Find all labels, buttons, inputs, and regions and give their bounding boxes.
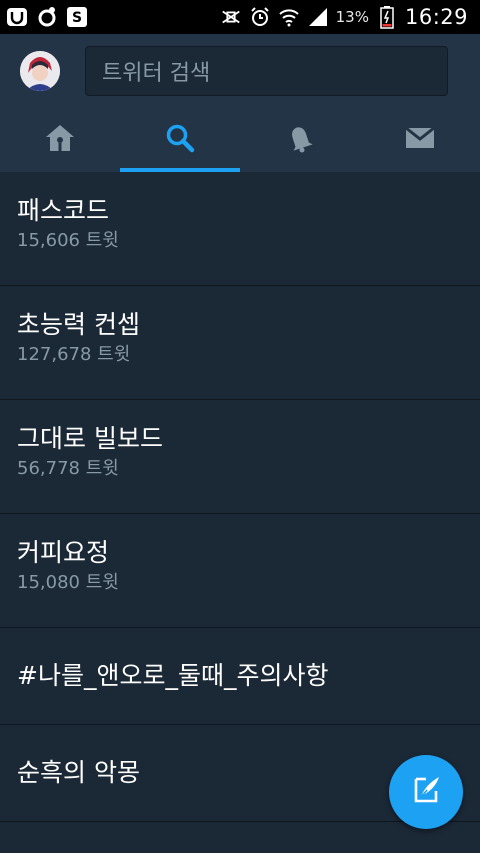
- trend-tweet-count: 15,606 트윗: [17, 230, 119, 251]
- svg-text:S: S: [72, 10, 82, 26]
- trend-item[interactable]: #나를_앤오로_둘때_주의사항: [0, 628, 480, 725]
- bell-icon: [285, 123, 315, 157]
- envelope-icon: [404, 125, 436, 155]
- alarm-icon: [249, 6, 271, 28]
- compose-quill-icon: [409, 773, 443, 811]
- trend-item[interactable]: 초능력 컨셉 127,678 트윗: [0, 286, 480, 400]
- nav-tabs: [0, 108, 480, 172]
- clock: 16:29: [404, 5, 468, 29]
- trend-item[interactable]: 커피요정 15,080 트윗: [0, 514, 480, 628]
- nfc-mute-icon: [220, 6, 242, 28]
- compose-tweet-button[interactable]: [389, 755, 463, 829]
- uplus-app-icon: [6, 6, 28, 28]
- trend-title: 초능력 컨셉: [17, 310, 140, 339]
- tab-search[interactable]: [120, 108, 240, 172]
- app-header: 트위터 검색: [0, 34, 480, 172]
- wifi-icon: [278, 6, 300, 28]
- tab-notifications[interactable]: [240, 108, 360, 172]
- search-placeholder: 트위터 검색: [102, 61, 211, 86]
- tab-messages[interactable]: [360, 108, 480, 172]
- trend-tweet-count: 15,080 트윗: [17, 572, 119, 593]
- tab-home[interactable]: [0, 108, 120, 172]
- s-app-icon: S: [66, 6, 88, 28]
- search-icon: [165, 123, 195, 157]
- home-icon: [44, 123, 76, 157]
- signal-icon: [307, 6, 329, 28]
- trend-tweet-count: 56,778 트윗: [17, 458, 119, 479]
- trend-title: 그대로 빌보드: [17, 424, 163, 453]
- search-input[interactable]: 트위터 검색: [85, 46, 448, 96]
- profile-avatar[interactable]: [20, 51, 60, 91]
- trend-item[interactable]: 그대로 빌보드 56,778 트윗: [0, 400, 480, 514]
- trend-tweet-count: 127,678 트윗: [17, 344, 131, 365]
- status-bar: S 13% 16:29: [0, 0, 480, 34]
- trend-title: 커피요정: [17, 538, 110, 567]
- battery-icon: [376, 6, 398, 29]
- trend-item[interactable]: 패스코드 15,606 트윗: [0, 172, 480, 286]
- battery-percent: 13%: [335, 8, 369, 26]
- trend-title: 패스코드: [17, 196, 110, 225]
- trend-title: #나를_앤오로_둘때_주의사항: [17, 661, 329, 690]
- trends-list: 패스코드 15,606 트윗 초능력 컨셉 127,678 트윗 그대로 빌보드…: [0, 172, 480, 822]
- sync-app-icon: [36, 6, 58, 28]
